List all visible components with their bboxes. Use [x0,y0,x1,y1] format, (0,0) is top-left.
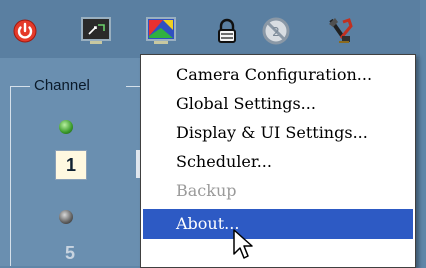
mouse-cursor-icon [232,228,254,266]
menu-item-label: Display & UI Settings... [176,123,368,142]
color-display-icon[interactable] [145,16,176,46]
channel-number-button[interactable]: 5 [55,240,85,266]
menu-item-backup: Backup [143,177,413,205]
menu-item-label: Scheduler... [176,152,272,171]
channel-number: 5 [64,243,75,263]
menu-item-label: Backup [176,181,237,200]
channel-status-led [59,210,73,224]
toolbar: 2 [0,0,420,58]
svg-text:2: 2 [272,25,280,39]
monitor-icon[interactable] [80,16,111,46]
channel-group-top-left [10,86,30,87]
lock-icon[interactable] [212,16,242,46]
channel-number: 1 [65,155,76,175]
menu-item-label: About... [176,214,240,233]
menu-item-label: Camera Configuration... [176,65,373,84]
menu-item-camera-configuration[interactable]: Camera Configuration... [143,61,413,89]
channel-group-top-right [126,86,140,87]
no-sign-icon[interactable]: 2 [260,16,290,46]
menu-item-about[interactable]: About... [143,209,413,239]
channel-group-label: Channel [34,77,90,94]
menu-item-global-settings[interactable]: Global Settings... [143,90,413,118]
menu-item-scheduler[interactable]: Scheduler... [143,148,413,176]
channel-group-left-edge [10,86,11,266]
channel-status-led [59,120,73,134]
channel-number-button[interactable]: 1 [55,150,87,180]
menu-item-display-ui-settings[interactable]: Display & UI Settings... [143,119,413,147]
settings-dropdown-menu: Camera Configuration... Global Settings.… [140,54,416,268]
tools-icon[interactable] [325,16,355,46]
power-icon[interactable] [10,16,40,46]
menu-item-label: Global Settings... [176,94,316,113]
